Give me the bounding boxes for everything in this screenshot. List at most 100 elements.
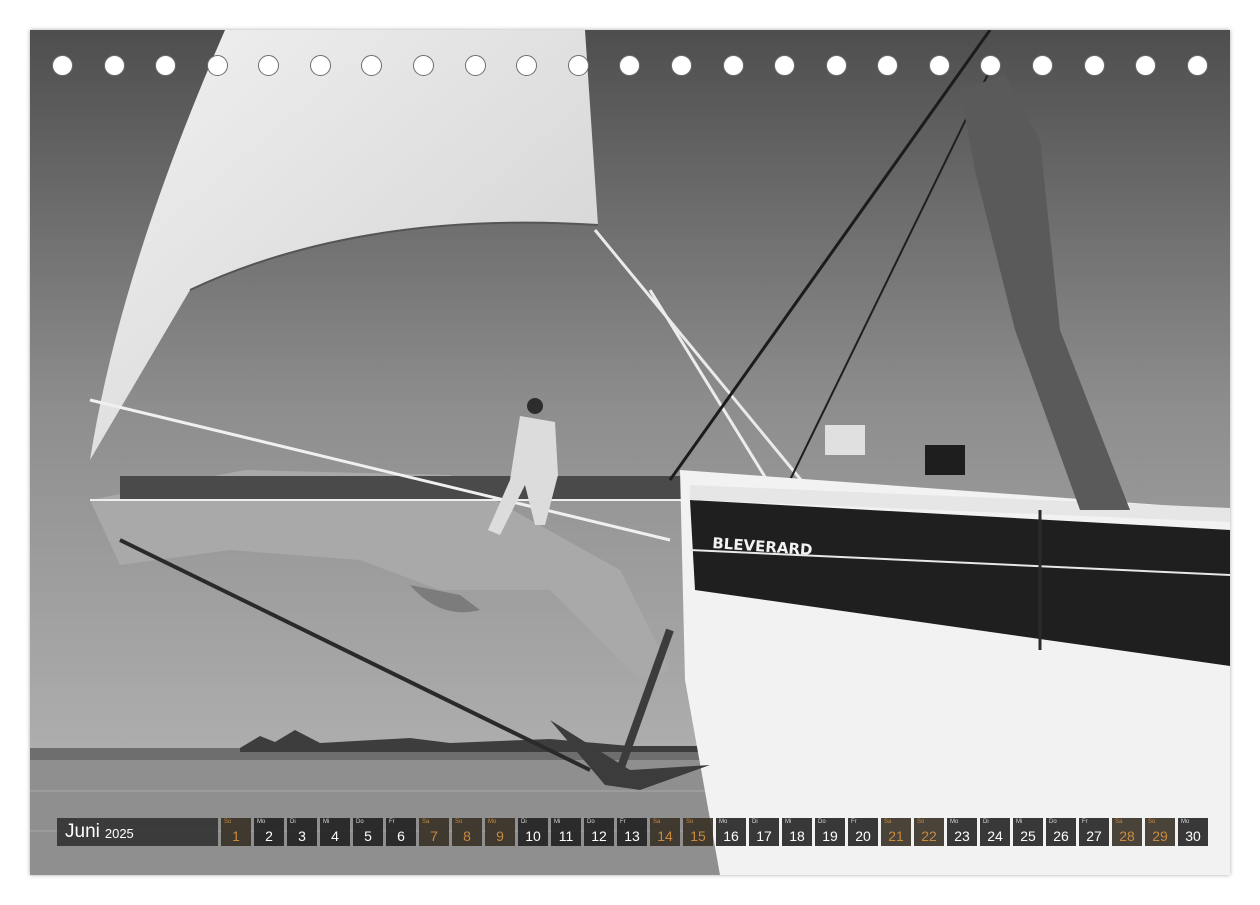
day-of-week: Mi (785, 819, 792, 825)
binding-hole (567, 55, 589, 76)
day-of-week: Mi (554, 819, 561, 825)
binding-hole (103, 55, 125, 76)
day-of-week: So (686, 819, 694, 825)
day-of-week: Fr (1082, 819, 1088, 825)
day-cell: Sa 14 (650, 818, 680, 846)
binding-hole (1083, 55, 1105, 76)
calendar-strip: Juni 2025 So 1 Mo 2 Di 3 Mi 4 Do 5 Fr 6 Sa 7 So 8 Mo 9 Di 1… (57, 818, 1208, 846)
day-of-week: So (917, 819, 925, 825)
day-number: 15 (690, 828, 706, 844)
binding-hole (1186, 55, 1208, 76)
day-number: 7 (430, 828, 438, 844)
day-cell: Do 19 (815, 818, 845, 846)
day-number: 3 (298, 828, 306, 844)
day-number: 8 (463, 828, 471, 844)
day-number: 17 (756, 828, 772, 844)
day-cell: Mi 11 (551, 818, 581, 846)
day-number: 5 (364, 828, 372, 844)
binding-holes (52, 55, 1208, 79)
month-label-box: Juni 2025 (57, 818, 218, 846)
day-number: 22 (921, 828, 937, 844)
day-cell: Mo 23 (947, 818, 977, 846)
day-of-week: Do (587, 819, 595, 825)
day-number: 26 (1053, 828, 1069, 844)
day-cell: Fr 20 (848, 818, 878, 846)
day-of-week: Do (818, 819, 826, 825)
day-cell: Di 10 (518, 818, 548, 846)
year-label: 2025 (104, 826, 134, 841)
day-number: 10 (525, 828, 541, 844)
day-cell: Di 24 (980, 818, 1010, 846)
day-number: 20 (855, 828, 871, 844)
day-number: 12 (591, 828, 607, 844)
day-of-week: Di (290, 819, 296, 825)
day-of-week: Di (983, 819, 989, 825)
day-cell: So 29 (1145, 818, 1175, 846)
day-of-week: So (1148, 819, 1156, 825)
binding-hole (464, 55, 486, 76)
day-number: 13 (624, 828, 640, 844)
day-cell: Sa 21 (881, 818, 911, 846)
sailing-ship-photo: BLEVERARD (30, 30, 1230, 875)
day-of-week: Mo (950, 819, 959, 825)
day-cell: Mi 4 (320, 818, 350, 846)
binding-hole (619, 55, 641, 76)
day-cell: Do 5 (353, 818, 383, 846)
binding-hole (670, 55, 692, 76)
day-cell: Do 12 (584, 818, 614, 846)
binding-hole (413, 55, 435, 76)
binding-hole (206, 55, 228, 76)
day-cell: Sa 7 (419, 818, 449, 846)
day-cell: Sa 28 (1112, 818, 1142, 846)
binding-hole (52, 55, 73, 76)
day-cell: Fr 6 (386, 818, 416, 846)
day-number: 30 (1185, 828, 1201, 844)
day-of-week: Fr (851, 819, 857, 825)
day-of-week: Mo (1181, 819, 1190, 825)
day-cell: Mi 25 (1013, 818, 1043, 846)
day-number: 2 (265, 828, 273, 844)
binding-hole (258, 55, 280, 76)
day-number: 27 (1086, 828, 1102, 844)
day-cell: Mi 18 (782, 818, 812, 846)
binding-hole (928, 55, 950, 76)
day-cell: Di 17 (749, 818, 779, 846)
day-cell: So 15 (683, 818, 713, 846)
day-of-week: Sa (1115, 819, 1123, 825)
day-of-week: So (224, 819, 232, 825)
day-cell: Mo 9 (485, 818, 515, 846)
day-number: 16 (723, 828, 739, 844)
day-of-week: Di (521, 819, 527, 825)
day-of-week: Sa (884, 819, 892, 825)
binding-hole (722, 55, 744, 76)
day-cell: Mo 16 (716, 818, 746, 846)
binding-hole (825, 55, 847, 76)
day-number: 6 (397, 828, 405, 844)
day-number: 25 (1020, 828, 1036, 844)
month-label: Juni (65, 821, 100, 842)
day-of-week: Do (1049, 819, 1057, 825)
day-number: 21 (888, 828, 904, 844)
day-cell: So 1 (221, 818, 251, 846)
day-number: 23 (954, 828, 970, 844)
day-of-week: Sa (422, 819, 430, 825)
day-cell: So 8 (452, 818, 482, 846)
day-of-week: Fr (389, 819, 395, 825)
day-number: 18 (789, 828, 805, 844)
calendar-page: BLEVERARD Juni 2025 So 1 Mo 2 Di 3 Mi 4 Do 5 Fr 6 Sa… (30, 30, 1230, 875)
day-cell: Mo 2 (254, 818, 284, 846)
binding-hole (877, 55, 899, 76)
binding-hole (1135, 55, 1157, 76)
day-number: 9 (496, 828, 504, 844)
day-number: 14 (657, 828, 673, 844)
day-cell: Fr 27 (1079, 818, 1109, 846)
day-of-week: Do (356, 819, 364, 825)
day-number: 19 (822, 828, 838, 844)
day-number: 29 (1152, 828, 1168, 844)
binding-hole (980, 55, 1002, 76)
day-of-week: Fr (620, 819, 626, 825)
day-number: 28 (1119, 828, 1135, 844)
day-cell: Do 26 (1046, 818, 1076, 846)
day-of-week: Mo (488, 819, 497, 825)
day-number: 1 (232, 828, 240, 844)
